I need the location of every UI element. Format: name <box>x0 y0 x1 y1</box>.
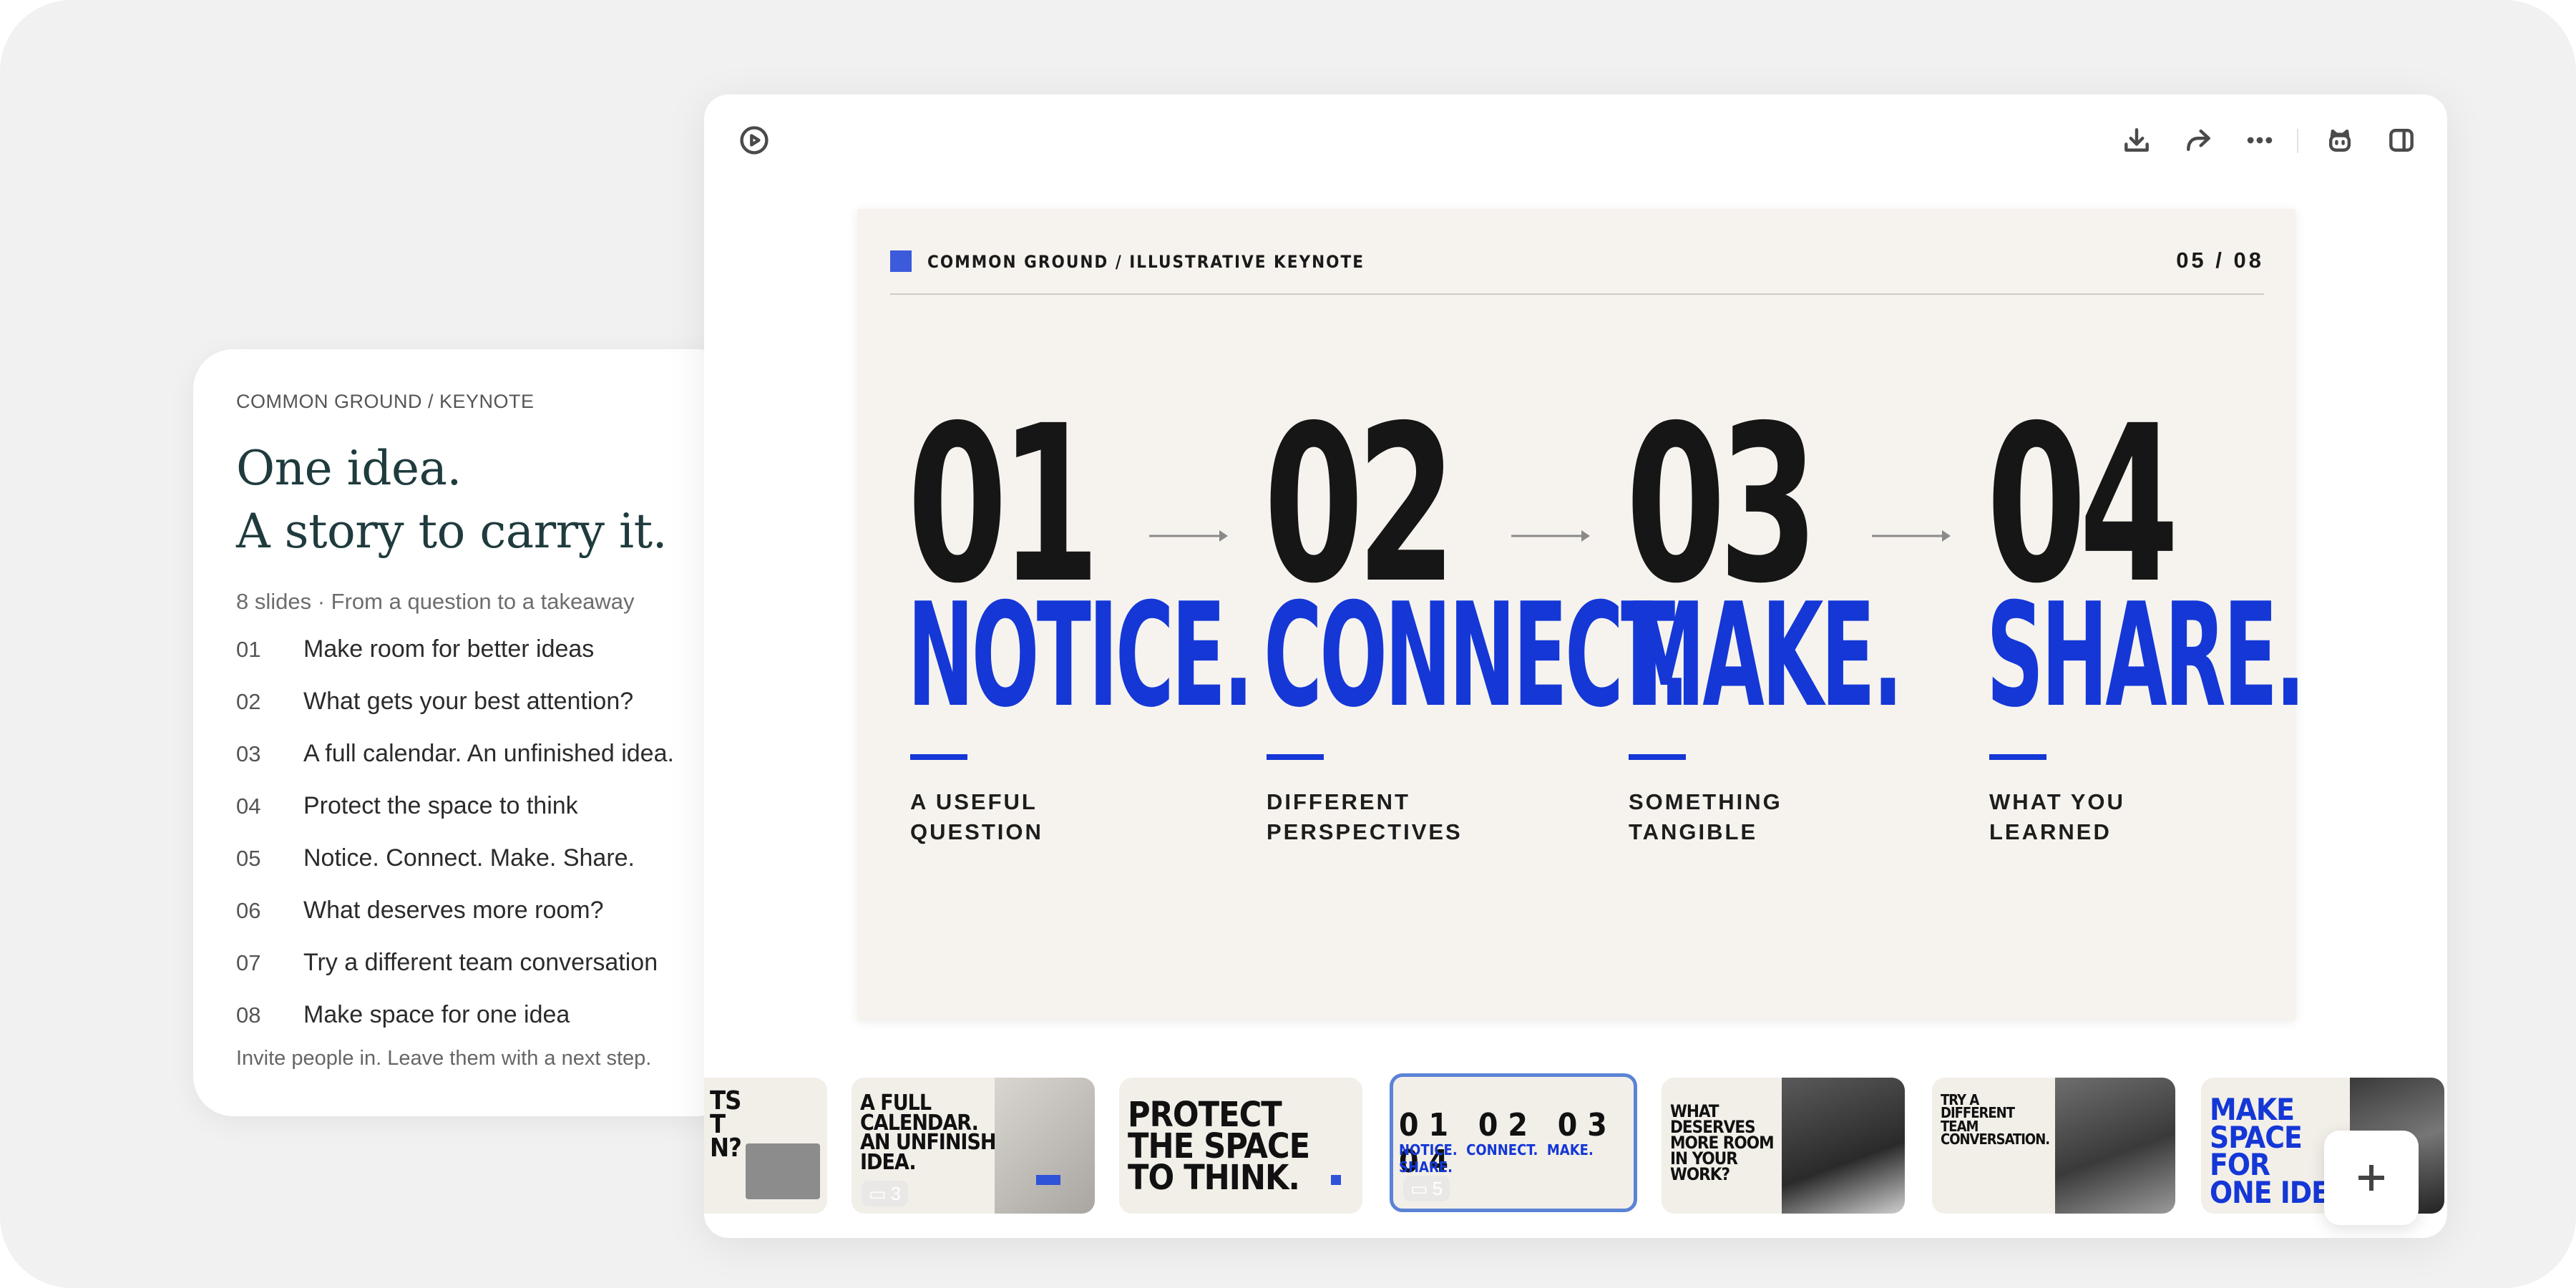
assistant-icon[interactable] <box>2320 120 2360 160</box>
arrow-icon <box>1148 525 1231 547</box>
step-accent-bar <box>1629 754 1686 760</box>
outline-item-number: 03 <box>236 741 261 766</box>
outline-list: 01 Make room for better ideas 02 What gets… <box>236 623 737 1041</box>
outline-item-number: 08 <box>236 1002 261 1028</box>
slide-thumbnail-active[interactable]: 01 02 03 04 NOTICE. CONNECT. MAKE. SHARE… <box>1390 1073 1637 1212</box>
outline-item-label: A full calendar. An unfinished idea. <box>303 740 674 767</box>
thumbnail-accent <box>1036 1175 1060 1185</box>
sidebar-toggle-icon[interactable] <box>2381 120 2421 160</box>
outline-item-number: 07 <box>236 950 261 975</box>
outline-item-label: Make room for better ideas <box>303 635 595 663</box>
outline-title: One idea. A story to carry it. <box>236 437 737 563</box>
share-icon[interactable] <box>2178 120 2218 160</box>
outline-footer: Invite people in. Leave them with a next… <box>236 1047 652 1070</box>
outline-item-number: 04 <box>236 793 261 819</box>
thumbnail-comment-badge: ▭ 5 <box>1403 1176 1450 1201</box>
outline-card: COMMON GROUND / KEYNOTE One idea. A stor… <box>193 349 737 1116</box>
slide-thumbnail[interactable]: WHAT DESERVES MORE ROOM IN YOUR WORK? <box>1662 1078 1905 1214</box>
outline-title-line1: One idea. <box>236 441 462 496</box>
step-word: CONNECT. <box>1264 572 1689 739</box>
download-icon[interactable] <box>2117 120 2157 160</box>
step-accent-bar <box>910 754 967 760</box>
comment-icon: ▭ <box>1410 1177 1428 1199</box>
outline-item[interactable]: 03 A full calendar. An unfinished idea. <box>236 728 737 780</box>
step-share: 04 SHARE. WHAT YOU LEARNED <box>1986 380 2447 847</box>
arrow-icon <box>1510 525 1593 547</box>
thumbnail-title: TRY A DIFFERENT TEAM CONVERSATION. <box>1941 1091 2050 1148</box>
step-word: NOTICE. <box>907 572 1254 739</box>
thumbnail-title: WHAT DESERVES MORE ROOM IN YOUR WORK? <box>1670 1101 1775 1185</box>
outline-item[interactable]: 05 Notice. Connect. Make. Share. <box>236 832 737 884</box>
outline-item[interactable]: 08 Make space for one idea <box>236 989 737 1041</box>
slide-header: COMMON GROUND / ILLUSTRATIVE KEYNOTE <box>927 252 1365 272</box>
outline-item-number: 05 <box>236 845 261 871</box>
outline-item[interactable]: 06 What deserves more room? <box>236 884 737 937</box>
plus-icon <box>2358 1165 2384 1191</box>
outline-item-label: Protect the space to think <box>303 792 578 819</box>
step-accent-bar <box>1989 754 2046 760</box>
outline-item-number: 06 <box>236 897 261 923</box>
slide-filmstrip[interactable]: TS T N? A FULL CALENDAR. AN UNFINISHED I… <box>704 1070 2447 1235</box>
thumbnail-photo <box>2055 1078 2175 1214</box>
arrow-icon <box>1870 525 1953 547</box>
slide-thumbnail[interactable]: PROTECT THE SPACE TO THINK. <box>1119 1078 1362 1214</box>
outline-item-label: Try a different team conversation <box>303 949 658 976</box>
thumbnail-photo <box>746 1143 820 1199</box>
comment-icon: ▭ <box>869 1182 887 1204</box>
thumbnail-blue-words: NOTICE. CONNECT. MAKE. SHARE. <box>1399 1141 1599 1176</box>
thumbnail-title: TS T N? <box>710 1086 742 1163</box>
slide-thumbnail[interactable]: TRY A DIFFERENT TEAM CONVERSATION. <box>1932 1078 2175 1214</box>
toolbar-divider <box>2297 129 2298 153</box>
thumbnail-photo <box>1782 1078 1905 1214</box>
slide-thumbnail[interactable]: TS T N? <box>704 1078 827 1214</box>
slide-page-number: 05 / 08 <box>2176 248 2264 273</box>
outline-item[interactable]: 02 What gets your best attention? <box>236 675 737 728</box>
thumbnail-comment-badge: ▭ 3 <box>862 1181 909 1206</box>
presentation-window: COMMON GROUND / ILLUSTRATIVE KEYNOTE 05 … <box>704 94 2447 1238</box>
thumbnail-photo <box>995 1078 1095 1214</box>
step-number: 04 <box>1986 380 2179 631</box>
slide-canvas[interactable]: COMMON GROUND / ILLUSTRATIVE KEYNOTE 05 … <box>857 209 2306 1020</box>
thumbnail-title: PROTECT THE SPACE TO THINK. <box>1128 1095 1310 1199</box>
outline-item-number: 01 <box>236 636 261 662</box>
outline-item[interactable]: 04 Protect the space to think <box>236 780 737 832</box>
step-number: 03 <box>1626 380 1818 631</box>
step-word: MAKE. <box>1626 572 1903 739</box>
outline-item-label: What deserves more room? <box>303 897 604 924</box>
play-icon[interactable] <box>734 120 774 160</box>
outline-meta: 8 slides · From a question to a takeaway <box>236 589 635 614</box>
add-slide-button[interactable] <box>2324 1131 2419 1225</box>
outline-item-label: What gets your best attention? <box>303 688 634 715</box>
outline-item[interactable]: 01 Make room for better ideas <box>236 623 737 675</box>
outline-item-label: Make space for one idea <box>303 1001 570 1028</box>
slide-header-rule <box>890 293 2264 295</box>
step-caption-line1: WHAT YOU <box>1989 789 2125 814</box>
outline-kicker: COMMON GROUND / KEYNOTE <box>236 391 535 412</box>
step-caption: WHAT YOU LEARNED <box>1989 787 2447 847</box>
thumbnail-accent <box>1331 1175 1341 1185</box>
more-icon[interactable] <box>2240 120 2280 160</box>
outline-item-number: 02 <box>236 688 261 714</box>
step-accent-bar <box>1267 754 1324 760</box>
outline-item[interactable]: 07 Try a different team conversation <box>236 937 737 989</box>
slide-thumbnail[interactable]: A FULL CALENDAR. AN UNFINISHED IDEA. ▭ 3 <box>852 1078 1095 1214</box>
outline-item-label: Notice. Connect. Make. Share. <box>303 844 635 872</box>
slide-brand-mark <box>890 250 912 272</box>
step-caption-line2: LEARNED <box>1989 819 2112 844</box>
step-word: SHARE. <box>1986 572 2306 739</box>
step-number: 01 <box>907 380 1100 631</box>
outline-title-line2: A story to carry it. <box>236 504 668 559</box>
app-backdrop: COMMON GROUND / KEYNOTE One idea. A stor… <box>0 0 2576 1288</box>
